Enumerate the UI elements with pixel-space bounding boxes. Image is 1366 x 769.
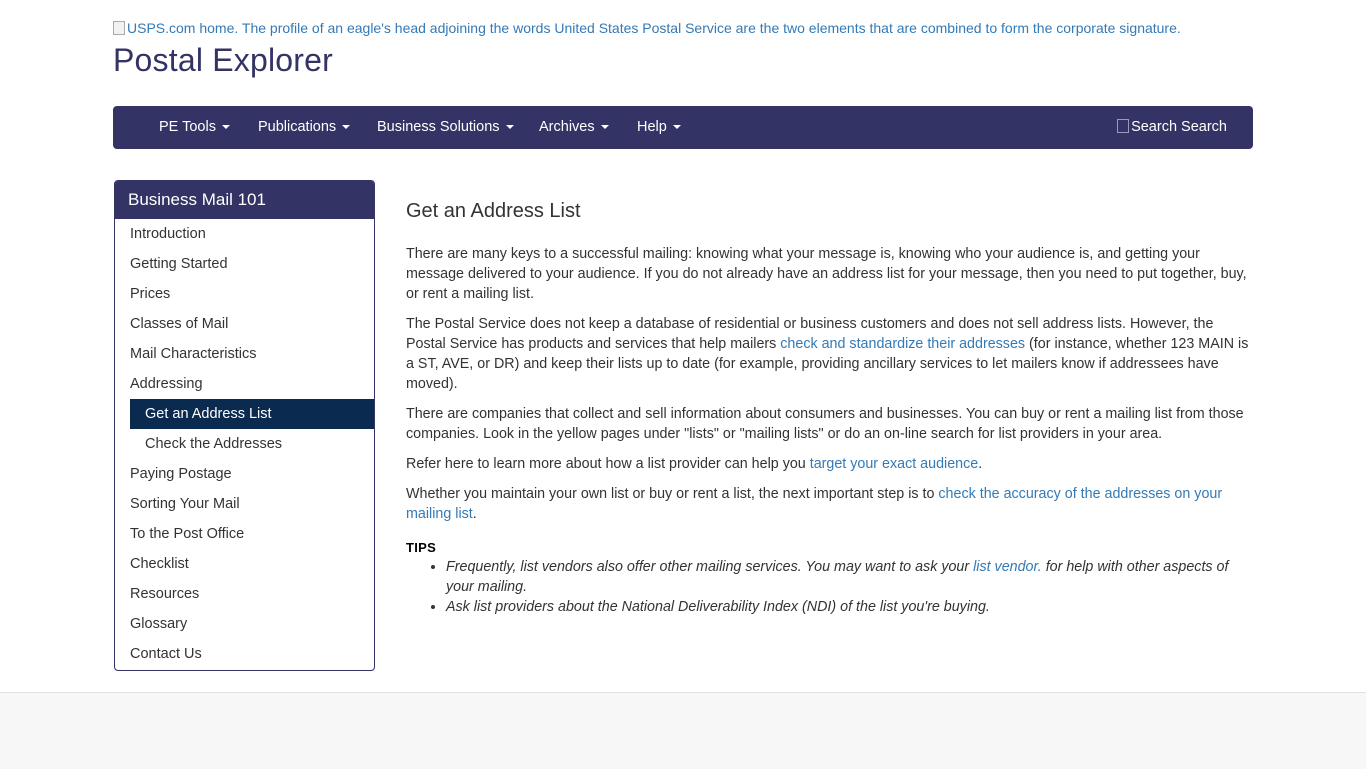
- nav-label: Archives: [539, 119, 595, 135]
- paragraph-refer: Refer here to learn more about how a lis…: [406, 454, 1256, 474]
- paragraph-intro: There are many keys to a successful mail…: [406, 246, 1247, 302]
- caret-down-icon: [505, 125, 514, 129]
- paragraph-postal-service: The Postal Service does not keep a datab…: [406, 314, 1256, 394]
- text: Refer here to learn more about how a lis…: [406, 456, 810, 472]
- tip-item: Frequently, list vendors also offer othe…: [446, 557, 1256, 597]
- search-icon-alt: Search: [1131, 119, 1178, 135]
- usps-logo-link[interactable]: USPS.com home. The profile of an eagle's…: [113, 20, 1181, 36]
- sidebar-item-paying-postage[interactable]: Paying Postage: [115, 459, 374, 489]
- text: Whether you maintain your own list or bu…: [406, 486, 939, 502]
- broken-image-icon: [113, 21, 125, 35]
- nav-label: Publications: [258, 119, 337, 135]
- nav-pe-tools[interactable]: PE Tools: [159, 106, 230, 149]
- sidebar-item-to-the-post-office[interactable]: To the Post Office: [115, 519, 374, 549]
- sidebar-item-prices[interactable]: Prices: [115, 279, 374, 309]
- nav-label: PE Tools: [159, 119, 216, 135]
- sidebar-item-sorting-your-mail[interactable]: Sorting Your Mail: [115, 489, 374, 519]
- link-check-standardize-addresses[interactable]: check and standardize their addresses: [780, 336, 1025, 352]
- sidebar-item-get-an-address-list[interactable]: Get an Address List: [130, 399, 374, 429]
- search-label: Search: [1181, 119, 1227, 135]
- sidebar-item-glossary[interactable]: Glossary: [115, 609, 374, 639]
- sidebar-item-checklist[interactable]: Checklist: [115, 549, 374, 579]
- sidebar-item-addressing[interactable]: Addressing: [115, 369, 374, 399]
- main-navbar: PE Tools Publications Business Solutions…: [113, 106, 1253, 149]
- link-list-vendor[interactable]: list vendor.: [973, 559, 1042, 575]
- caret-down-icon: [600, 125, 609, 129]
- main-content: Get an Address List There are many keys …: [406, 196, 1256, 617]
- paragraph-companies: There are companies that collect and sel…: [406, 406, 1244, 442]
- sidebar-list: Introduction Getting Started Prices Clas…: [115, 219, 374, 669]
- sidebar-item-mail-characteristics[interactable]: Mail Characteristics: [115, 339, 374, 369]
- sidebar-item-getting-started[interactable]: Getting Started: [115, 249, 374, 279]
- usps-logo-alt: USPS.com home. The profile of an eagle's…: [127, 20, 1181, 36]
- footer: [0, 692, 1366, 769]
- paragraph-next-step: Whether you maintain your own list or bu…: [406, 484, 1256, 524]
- site-title: Postal Explorer: [113, 42, 333, 78]
- nav-publications[interactable]: Publications: [258, 106, 351, 149]
- nav-label: Help: [637, 119, 667, 135]
- sidebar: Business Mail 101 Introduction Getting S…: [114, 180, 375, 671]
- caret-down-icon: [672, 125, 681, 129]
- nav-help[interactable]: Help: [637, 106, 681, 149]
- sidebar-item-contact-us[interactable]: Contact Us: [115, 639, 374, 669]
- sidebar-title: Business Mail 101: [115, 181, 374, 219]
- page-title: Get an Address List: [406, 200, 581, 222]
- sidebar-item-resources[interactable]: Resources: [115, 579, 374, 609]
- nav-archives[interactable]: Archives: [539, 106, 609, 149]
- tips-heading: TIPS: [406, 540, 437, 555]
- search-button[interactable]: Search Search: [1117, 106, 1227, 149]
- search-icon: [1117, 119, 1130, 133]
- nav-business-solutions[interactable]: Business Solutions: [377, 106, 514, 149]
- caret-down-icon: [342, 125, 351, 129]
- nav-label: Business Solutions: [377, 119, 500, 135]
- text: .: [472, 506, 477, 522]
- sidebar-item-introduction[interactable]: Introduction: [115, 219, 374, 249]
- text: Frequently, list vendors also offer othe…: [446, 559, 974, 575]
- caret-down-icon: [221, 125, 230, 129]
- tips-list: Frequently, list vendors also offer othe…: [406, 557, 1256, 617]
- link-target-audience[interactable]: target your exact audience: [810, 456, 979, 472]
- sidebar-item-classes-of-mail[interactable]: Classes of Mail: [115, 309, 374, 339]
- text: .: [978, 456, 983, 472]
- tip-item: Ask list providers about the National De…: [446, 597, 1256, 617]
- sidebar-item-check-the-addresses[interactable]: Check the Addresses: [115, 429, 374, 459]
